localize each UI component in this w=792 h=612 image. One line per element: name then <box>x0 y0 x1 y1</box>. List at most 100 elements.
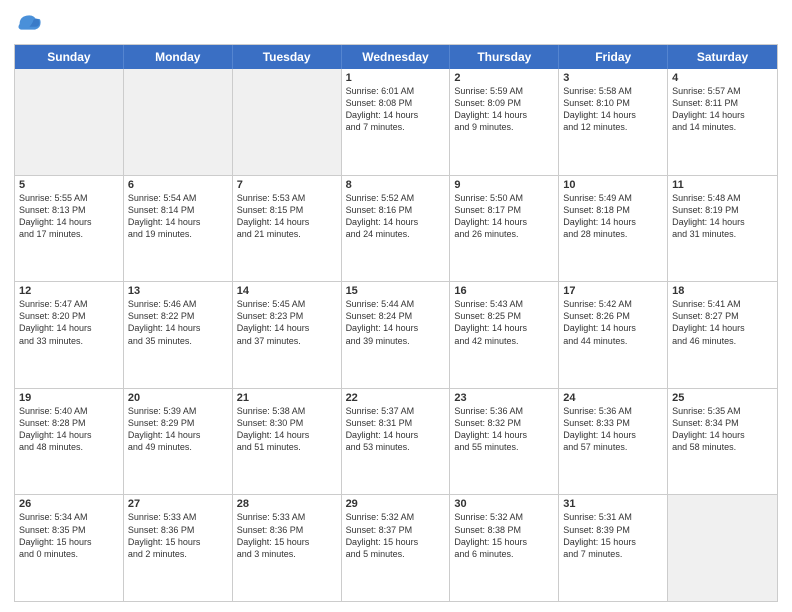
day-cell-9: 9Sunrise: 5:50 AMSunset: 8:17 PMDaylight… <box>450 176 559 282</box>
day-info: Sunrise: 5:37 AMSunset: 8:31 PMDaylight:… <box>346 405 446 454</box>
day-cell-5: 5Sunrise: 5:55 AMSunset: 8:13 PMDaylight… <box>15 176 124 282</box>
day-info: Sunrise: 5:34 AMSunset: 8:35 PMDaylight:… <box>19 511 119 560</box>
calendar: SundayMondayTuesdayWednesdayThursdayFrid… <box>14 44 778 602</box>
day-info: Sunrise: 5:47 AMSunset: 8:20 PMDaylight:… <box>19 298 119 347</box>
day-number: 24 <box>563 392 663 404</box>
day-info: Sunrise: 5:49 AMSunset: 8:18 PMDaylight:… <box>563 192 663 241</box>
day-info: Sunrise: 5:52 AMSunset: 8:16 PMDaylight:… <box>346 192 446 241</box>
day-number: 29 <box>346 498 446 510</box>
day-cell-15: 15Sunrise: 5:44 AMSunset: 8:24 PMDayligh… <box>342 282 451 388</box>
day-cell-8: 8Sunrise: 5:52 AMSunset: 8:16 PMDaylight… <box>342 176 451 282</box>
day-info: Sunrise: 5:39 AMSunset: 8:29 PMDaylight:… <box>128 405 228 454</box>
day-info: Sunrise: 5:53 AMSunset: 8:15 PMDaylight:… <box>237 192 337 241</box>
day-number: 22 <box>346 392 446 404</box>
day-number: 20 <box>128 392 228 404</box>
day-info: Sunrise: 5:36 AMSunset: 8:32 PMDaylight:… <box>454 405 554 454</box>
day-cell-1: 1Sunrise: 6:01 AMSunset: 8:08 PMDaylight… <box>342 69 451 175</box>
day-info: Sunrise: 6:01 AMSunset: 8:08 PMDaylight:… <box>346 85 446 134</box>
calendar-header: SundayMondayTuesdayWednesdayThursdayFrid… <box>15 45 777 69</box>
day-info: Sunrise: 5:44 AMSunset: 8:24 PMDaylight:… <box>346 298 446 347</box>
day-number: 30 <box>454 498 554 510</box>
day-info: Sunrise: 5:48 AMSunset: 8:19 PMDaylight:… <box>672 192 773 241</box>
day-info: Sunrise: 5:33 AMSunset: 8:36 PMDaylight:… <box>128 511 228 560</box>
empty-cell-0-1 <box>124 69 233 175</box>
header-day-monday: Monday <box>124 45 233 69</box>
day-cell-29: 29Sunrise: 5:32 AMSunset: 8:37 PMDayligh… <box>342 495 451 601</box>
day-info: Sunrise: 5:33 AMSunset: 8:36 PMDaylight:… <box>237 511 337 560</box>
calendar-row-3: 19Sunrise: 5:40 AMSunset: 8:28 PMDayligh… <box>15 388 777 495</box>
calendar-row-4: 26Sunrise: 5:34 AMSunset: 8:35 PMDayligh… <box>15 494 777 601</box>
day-number: 27 <box>128 498 228 510</box>
day-info: Sunrise: 5:45 AMSunset: 8:23 PMDaylight:… <box>237 298 337 347</box>
day-cell-22: 22Sunrise: 5:37 AMSunset: 8:31 PMDayligh… <box>342 389 451 495</box>
header-day-sunday: Sunday <box>15 45 124 69</box>
day-number: 21 <box>237 392 337 404</box>
day-cell-19: 19Sunrise: 5:40 AMSunset: 8:28 PMDayligh… <box>15 389 124 495</box>
day-cell-31: 31Sunrise: 5:31 AMSunset: 8:39 PMDayligh… <box>559 495 668 601</box>
day-info: Sunrise: 5:42 AMSunset: 8:26 PMDaylight:… <box>563 298 663 347</box>
day-info: Sunrise: 5:54 AMSunset: 8:14 PMDaylight:… <box>128 192 228 241</box>
empty-cell-0-2 <box>233 69 342 175</box>
calendar-row-0: 1Sunrise: 6:01 AMSunset: 8:08 PMDaylight… <box>15 69 777 175</box>
day-cell-6: 6Sunrise: 5:54 AMSunset: 8:14 PMDaylight… <box>124 176 233 282</box>
logo <box>14 10 46 38</box>
day-cell-27: 27Sunrise: 5:33 AMSunset: 8:36 PMDayligh… <box>124 495 233 601</box>
day-cell-18: 18Sunrise: 5:41 AMSunset: 8:27 PMDayligh… <box>668 282 777 388</box>
calendar-row-2: 12Sunrise: 5:47 AMSunset: 8:20 PMDayligh… <box>15 281 777 388</box>
day-cell-10: 10Sunrise: 5:49 AMSunset: 8:18 PMDayligh… <box>559 176 668 282</box>
day-cell-23: 23Sunrise: 5:36 AMSunset: 8:32 PMDayligh… <box>450 389 559 495</box>
day-number: 15 <box>346 285 446 297</box>
day-info: Sunrise: 5:50 AMSunset: 8:17 PMDaylight:… <box>454 192 554 241</box>
day-cell-28: 28Sunrise: 5:33 AMSunset: 8:36 PMDayligh… <box>233 495 342 601</box>
header-day-wednesday: Wednesday <box>342 45 451 69</box>
day-number: 7 <box>237 179 337 191</box>
header-day-thursday: Thursday <box>450 45 559 69</box>
day-number: 9 <box>454 179 554 191</box>
calendar-body: 1Sunrise: 6:01 AMSunset: 8:08 PMDaylight… <box>15 69 777 601</box>
day-number: 16 <box>454 285 554 297</box>
day-cell-14: 14Sunrise: 5:45 AMSunset: 8:23 PMDayligh… <box>233 282 342 388</box>
day-info: Sunrise: 5:59 AMSunset: 8:09 PMDaylight:… <box>454 85 554 134</box>
day-info: Sunrise: 5:35 AMSunset: 8:34 PMDaylight:… <box>672 405 773 454</box>
day-cell-16: 16Sunrise: 5:43 AMSunset: 8:25 PMDayligh… <box>450 282 559 388</box>
day-info: Sunrise: 5:38 AMSunset: 8:30 PMDaylight:… <box>237 405 337 454</box>
day-number: 3 <box>563 72 663 84</box>
day-info: Sunrise: 5:58 AMSunset: 8:10 PMDaylight:… <box>563 85 663 134</box>
day-cell-17: 17Sunrise: 5:42 AMSunset: 8:26 PMDayligh… <box>559 282 668 388</box>
day-info: Sunrise: 5:41 AMSunset: 8:27 PMDaylight:… <box>672 298 773 347</box>
empty-cell-0-0 <box>15 69 124 175</box>
day-info: Sunrise: 5:36 AMSunset: 8:33 PMDaylight:… <box>563 405 663 454</box>
logo-icon <box>14 10 42 38</box>
day-number: 10 <box>563 179 663 191</box>
day-number: 17 <box>563 285 663 297</box>
day-cell-2: 2Sunrise: 5:59 AMSunset: 8:09 PMDaylight… <box>450 69 559 175</box>
day-info: Sunrise: 5:32 AMSunset: 8:37 PMDaylight:… <box>346 511 446 560</box>
day-number: 31 <box>563 498 663 510</box>
day-number: 12 <box>19 285 119 297</box>
day-number: 19 <box>19 392 119 404</box>
day-cell-3: 3Sunrise: 5:58 AMSunset: 8:10 PMDaylight… <box>559 69 668 175</box>
day-cell-21: 21Sunrise: 5:38 AMSunset: 8:30 PMDayligh… <box>233 389 342 495</box>
day-number: 18 <box>672 285 773 297</box>
day-number: 26 <box>19 498 119 510</box>
day-number: 2 <box>454 72 554 84</box>
day-number: 1 <box>346 72 446 84</box>
day-info: Sunrise: 5:46 AMSunset: 8:22 PMDaylight:… <box>128 298 228 347</box>
day-number: 8 <box>346 179 446 191</box>
header <box>14 10 778 38</box>
day-info: Sunrise: 5:43 AMSunset: 8:25 PMDaylight:… <box>454 298 554 347</box>
day-cell-4: 4Sunrise: 5:57 AMSunset: 8:11 PMDaylight… <box>668 69 777 175</box>
page: SundayMondayTuesdayWednesdayThursdayFrid… <box>0 0 792 612</box>
empty-cell-4-6 <box>668 495 777 601</box>
day-number: 13 <box>128 285 228 297</box>
day-number: 6 <box>128 179 228 191</box>
day-cell-30: 30Sunrise: 5:32 AMSunset: 8:38 PMDayligh… <box>450 495 559 601</box>
day-cell-24: 24Sunrise: 5:36 AMSunset: 8:33 PMDayligh… <box>559 389 668 495</box>
day-info: Sunrise: 5:31 AMSunset: 8:39 PMDaylight:… <box>563 511 663 560</box>
day-info: Sunrise: 5:32 AMSunset: 8:38 PMDaylight:… <box>454 511 554 560</box>
day-number: 25 <box>672 392 773 404</box>
day-info: Sunrise: 5:57 AMSunset: 8:11 PMDaylight:… <box>672 85 773 134</box>
header-day-friday: Friday <box>559 45 668 69</box>
header-day-saturday: Saturday <box>668 45 777 69</box>
day-number: 5 <box>19 179 119 191</box>
